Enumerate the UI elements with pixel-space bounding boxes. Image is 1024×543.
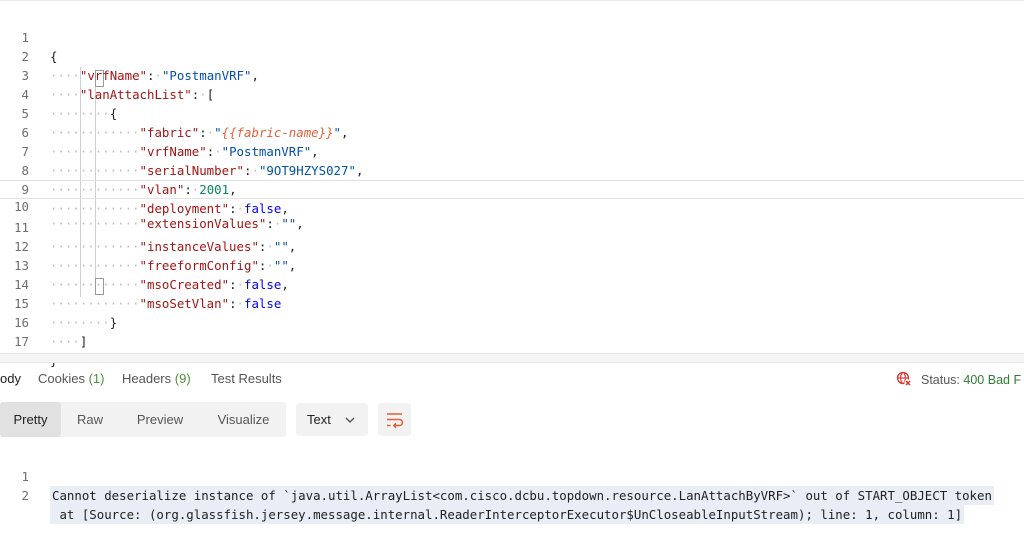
status-label: Status: xyxy=(921,373,960,387)
code-line: 9 ············"deployment":·false, xyxy=(0,161,1024,216)
view-visualize-button[interactable]: Visualize xyxy=(201,402,286,437)
tab-headers[interactable]: Headers (9) xyxy=(122,371,191,386)
view-pretty-button[interactable]: Pretty xyxy=(0,402,61,437)
wrap-lines-icon xyxy=(387,413,404,429)
view-preview-button[interactable]: Preview xyxy=(119,402,201,437)
code-line: 14 ············"msoSetVlan":·false xyxy=(0,256,1024,311)
code-line: 16 ····] xyxy=(0,294,1024,349)
tab-test-results[interactable]: Test Results xyxy=(211,371,282,386)
line-number: 17 xyxy=(14,334,29,349)
response-toolbar: Pretty Raw Preview Visualize Text xyxy=(0,402,1024,438)
line-number: 2 xyxy=(21,488,29,503)
response-line: 2 at [Source: (org.glassfish.jersey.mess… xyxy=(0,467,1024,524)
code-line: 2 ····"vrfName":·"PostmanVRF", xyxy=(0,28,1024,83)
code-line: 13 ············"msoCreated":·false, xyxy=(0,237,1024,292)
response-body[interactable]: 1 Cannot deserialize instance of `java.u… xyxy=(0,446,1024,524)
wrap-lines-button[interactable] xyxy=(378,403,411,436)
tab-cookies[interactable]: Cookies (1) xyxy=(38,371,104,386)
code-line: 17 } xyxy=(0,313,1024,368)
view-mode-group: Pretty Raw Preview Visualize xyxy=(0,402,286,437)
code-line: 8 ············"vlan":·2001, xyxy=(0,142,1024,197)
response-tabs: ody Cookies (1) Headers (9) Test Results… xyxy=(0,362,1024,398)
code-line: 5 ············"fabric":·"{{fabric-name}}… xyxy=(0,85,1024,140)
cookies-count: (1) xyxy=(88,371,105,386)
headers-count: (9) xyxy=(174,371,191,386)
response-text: Cannot deserialize instance of `java.uti… xyxy=(50,486,994,505)
code-line: 15 ········} xyxy=(0,275,1024,330)
response-text: at [Source: (org.glassfish.jersey.messag… xyxy=(50,505,965,524)
request-body-editor[interactable]: 1 { 2 ····"vrfName":·"PostmanVRF", 3 ···… xyxy=(0,0,1024,368)
format-select[interactable]: Text xyxy=(296,403,368,436)
response-line: 1 Cannot deserialize instance of `java.u… xyxy=(0,448,1024,505)
code-line: 4 ········{ xyxy=(0,66,1024,121)
code-line: 12 ············"freeformConfig":·"", xyxy=(0,218,1024,273)
globe-error-icon[interactable] xyxy=(896,371,912,387)
tab-body[interactable]: ody xyxy=(0,371,21,386)
chevron-down-icon xyxy=(345,417,355,423)
status-code: 400 Bad F xyxy=(963,373,1022,387)
code-line: 3 ····"lanAttachList":·[ xyxy=(0,47,1024,102)
format-select-value: Text xyxy=(307,412,331,427)
code-line: 11 ············"instanceValues":·"", xyxy=(0,199,1024,254)
response-status[interactable]: Status: 400 Bad F xyxy=(896,371,1021,387)
code-line: 7 ············"serialNumber":·"9OT9HZYS0… xyxy=(0,123,1024,178)
code-line: 6 ············"vrfName":·"PostmanVRF", xyxy=(0,104,1024,159)
view-raw-button[interactable]: Raw xyxy=(61,402,119,437)
code-line: 1 { xyxy=(0,9,1024,64)
code-line-current: 10 ············"extensionValues":·"", xyxy=(0,180,1024,231)
